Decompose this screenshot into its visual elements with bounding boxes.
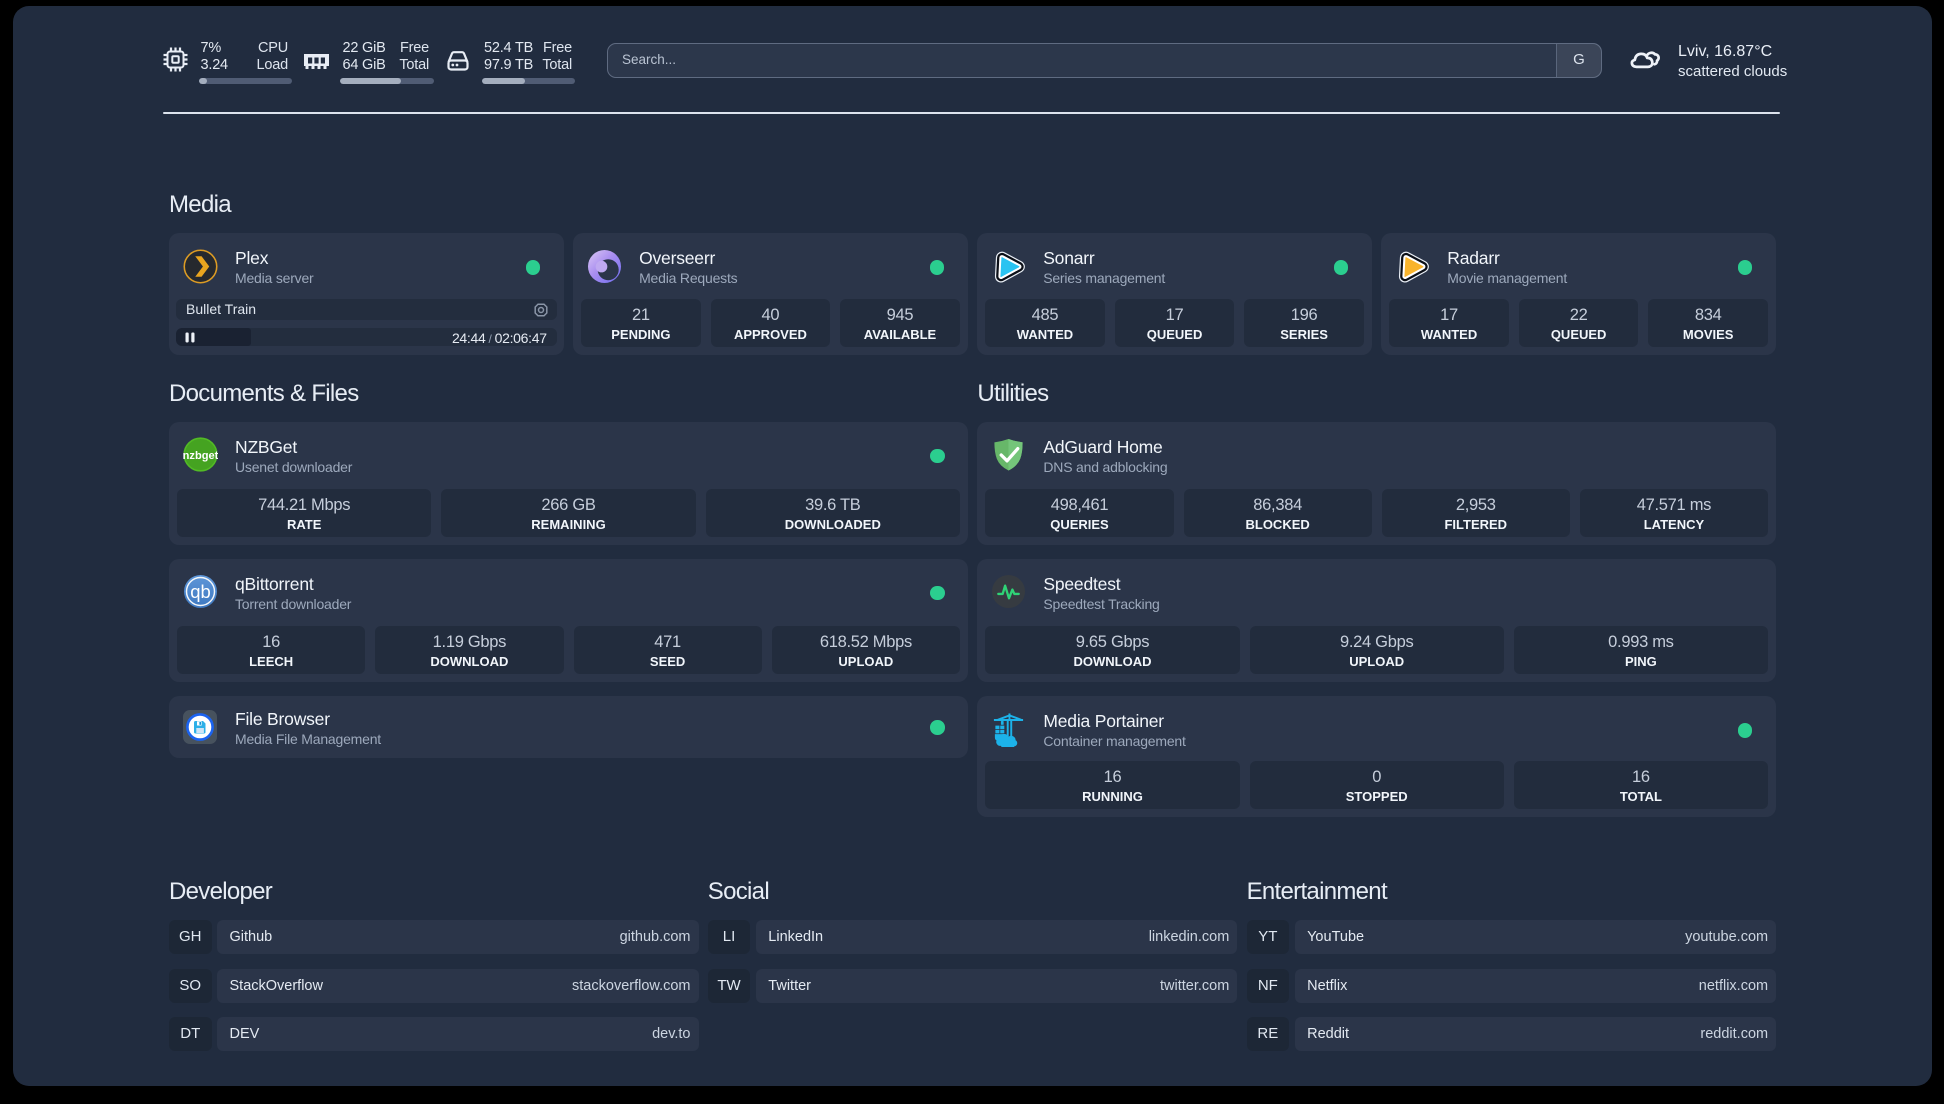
svg-text:nzbget: nzbget [183,450,218,462]
svg-text:qb: qb [190,581,211,602]
